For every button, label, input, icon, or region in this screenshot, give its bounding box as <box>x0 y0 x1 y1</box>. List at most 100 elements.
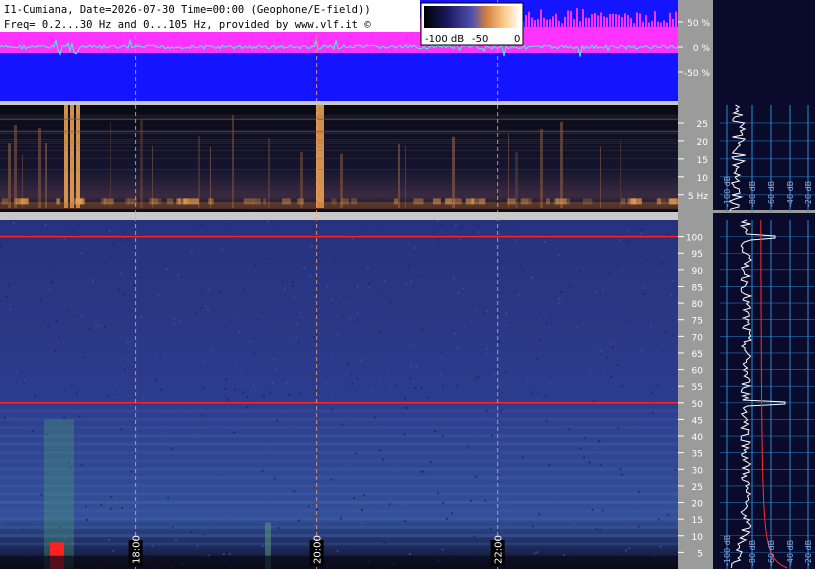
hi-speckle <box>104 325 107 328</box>
hi-speckle <box>533 552 536 555</box>
hi-speckle <box>488 549 491 552</box>
low-blob <box>101 198 106 205</box>
hi-speckle <box>330 470 333 473</box>
hi-speckle <box>7 284 10 287</box>
hi-freq-tick-label: 35 <box>692 450 703 460</box>
magenta-spike <box>666 22 668 27</box>
magenta-spike <box>633 23 635 27</box>
hi-speckle <box>557 302 560 305</box>
hi-speckle <box>415 365 418 368</box>
hi-speckle <box>205 305 208 308</box>
magenta-spike <box>534 20 536 27</box>
hi-speckle <box>440 372 443 375</box>
low-blob <box>208 198 213 205</box>
title-line-1: I1-Cumiana, Date=2026-07-30 Time=00:00 (… <box>4 4 371 16</box>
hi-speckle <box>165 268 168 271</box>
hi-band <box>0 426 678 430</box>
hi-speckle <box>543 240 546 243</box>
hi-speckle <box>120 428 123 431</box>
hi-speckle <box>356 377 359 380</box>
hi-speckle <box>412 344 415 347</box>
hi-speckle <box>6 295 9 298</box>
hi-speckle <box>112 242 115 245</box>
hi-speckle <box>205 475 208 478</box>
hi-speckle <box>48 288 51 291</box>
hi-speckle <box>407 494 410 497</box>
hi-speckle <box>618 239 621 242</box>
low-blob <box>1 198 8 205</box>
hi-speckle <box>275 367 278 370</box>
hi-speckle <box>209 349 212 352</box>
hi-speckle <box>461 287 464 290</box>
magenta-spike <box>615 14 617 27</box>
low-blob <box>125 198 130 205</box>
hi-speckle <box>594 290 597 293</box>
hi-speckle <box>110 507 113 510</box>
hi-speckle <box>656 384 659 387</box>
hi-speckle <box>20 250 23 253</box>
hi-speckle <box>436 238 439 241</box>
hi-speckle <box>631 435 634 438</box>
hi-speckle <box>80 315 83 318</box>
hi-speckle <box>194 312 197 315</box>
hi-speckle <box>403 433 406 436</box>
hi-speckle <box>474 475 477 478</box>
hi-speckle <box>456 346 459 349</box>
hi-speckle <box>611 346 614 349</box>
magenta-spike <box>594 12 596 27</box>
hi-speckle <box>405 406 408 409</box>
hi-freq-tick-label: 30 <box>692 466 704 476</box>
hi-speckle <box>22 516 25 519</box>
hi-speckle <box>378 449 381 452</box>
hi-speckle <box>651 412 654 415</box>
hi-speckle <box>100 503 103 506</box>
hi-speckle <box>467 454 470 457</box>
hi-speckle <box>120 272 123 275</box>
hi-speckle <box>272 228 275 231</box>
hi-speckle <box>140 315 143 318</box>
hi-speckle <box>76 393 79 396</box>
low-freq-tick-label: 15 <box>697 156 708 166</box>
hi-freq-tick-label: 40 <box>692 433 704 443</box>
hi-speckle <box>504 370 507 373</box>
hi-speckle <box>228 459 231 462</box>
hi-speckle <box>257 318 260 321</box>
hi-speckle <box>371 537 374 540</box>
hi-speckle <box>330 391 333 394</box>
hi-speckle <box>427 517 430 520</box>
magenta-spike <box>552 16 554 27</box>
hi-speckle <box>324 382 327 385</box>
hi-speckle <box>88 327 91 330</box>
hi-speckle <box>175 538 178 541</box>
hi-speckle <box>178 320 181 323</box>
magenta-spike <box>570 10 572 28</box>
hi-speckle <box>459 238 462 241</box>
hi-speckle <box>107 395 110 398</box>
hi-speckle <box>490 434 493 437</box>
colorbar-gradient <box>424 6 520 28</box>
hi-band <box>0 409 678 413</box>
magenta-spike <box>627 14 629 27</box>
low-blob <box>78 198 86 205</box>
hi-band <box>0 434 678 438</box>
hi-speckle <box>475 310 478 313</box>
hi-speckle <box>225 378 228 381</box>
magenta-spike <box>531 17 533 27</box>
hi-speckle <box>636 512 639 515</box>
hi-speckle <box>672 513 675 516</box>
hi-speckle <box>451 512 454 515</box>
hi-speckle <box>674 468 677 471</box>
hi-speckle <box>126 239 129 242</box>
hi-speckle <box>272 358 275 361</box>
low-blob <box>472 198 479 205</box>
profile-db-label: -100 dB <box>723 535 732 566</box>
hi-speckle <box>236 489 239 492</box>
low-blob <box>297 198 304 205</box>
hi-speckle <box>112 549 115 552</box>
hi-speckle <box>160 388 163 391</box>
hi-speckle <box>299 311 302 314</box>
hi-speckle <box>452 277 455 280</box>
hi-speckle <box>441 435 444 438</box>
hi-speckle <box>118 390 121 393</box>
magenta-spike <box>528 11 530 27</box>
